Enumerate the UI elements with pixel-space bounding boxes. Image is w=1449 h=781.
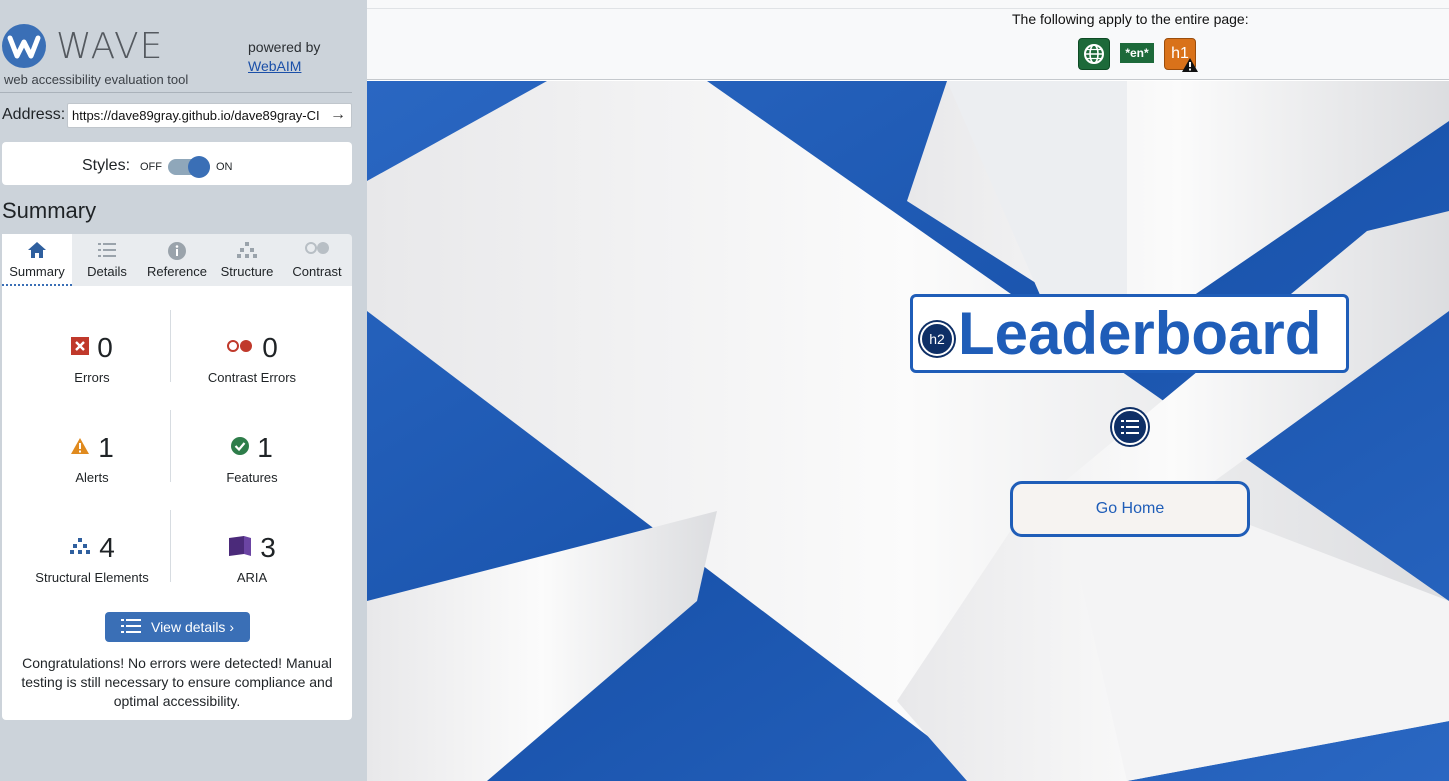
errors-label: Errors xyxy=(74,370,110,385)
features-count: 1 xyxy=(257,432,273,463)
warning-icon xyxy=(1182,58,1198,77)
list-icon xyxy=(72,234,142,264)
wave-sidebar: WAVE web accessibility evaluation tool p… xyxy=(0,0,367,781)
tab-structure[interactable]: Structure xyxy=(212,234,282,286)
apply-text: The following apply to the entire page: xyxy=(1012,11,1249,27)
tab-label: Summary xyxy=(9,264,65,279)
h2-badge[interactable]: h2 xyxy=(920,322,954,356)
feature-check-icon xyxy=(231,436,250,460)
flag-background-image xyxy=(367,81,1449,781)
summary-heading: Summary xyxy=(2,198,97,223)
list-structure-icon[interactable] xyxy=(1112,409,1148,445)
toggle-on-label: ON xyxy=(216,161,233,173)
webaim-link[interactable]: WebAIM xyxy=(248,57,320,76)
contrast-error-icon xyxy=(226,339,254,358)
powered-by: powered by WebAIM xyxy=(248,38,320,76)
styles-toggle-knob[interactable] xyxy=(188,156,210,178)
toggle-off-label: OFF xyxy=(140,161,162,173)
structural-count: 4 xyxy=(99,532,115,563)
go-home-button[interactable]: Go Home xyxy=(1010,481,1250,537)
styles-toggle-panel: Styles: OFF ON xyxy=(2,142,352,185)
alerts-label: Alerts xyxy=(75,470,109,485)
view-details-label: View details › xyxy=(150,619,234,635)
alerts-count: 1 xyxy=(98,432,114,463)
info-icon xyxy=(142,234,212,264)
structure-icon xyxy=(212,234,282,264)
tab-contrast[interactable]: Contrast xyxy=(282,234,352,286)
aria-icon xyxy=(228,535,252,562)
go-arrow-icon[interactable]: → xyxy=(328,105,348,125)
tab-bar: Summary Details Reference Structure Cont… xyxy=(2,234,352,286)
structural-stat[interactable]: 4 Structural Elements xyxy=(12,528,172,608)
language-badge[interactable]: *en* xyxy=(1120,43,1154,63)
address-label: Address: xyxy=(2,106,66,123)
structural-label: Structural Elements xyxy=(35,570,149,585)
styles-label: Styles: xyxy=(82,157,131,174)
errors-stat[interactable]: 0 Errors xyxy=(12,328,172,408)
tab-details[interactable]: Details xyxy=(72,234,142,286)
tab-summary[interactable]: Summary xyxy=(2,234,72,286)
structure-icon xyxy=(69,537,91,560)
tab-label: Contrast xyxy=(292,264,342,279)
address-bar: Address: https://dave89gray.github.io/da… xyxy=(0,102,367,128)
tab-label: Structure xyxy=(220,264,274,279)
tab-reference[interactable]: Reference xyxy=(142,234,212,286)
summary-panel: 0 Errors 0 Contrast Errors 1 Alerts 1 Fe… xyxy=(2,286,352,720)
contrast-errors-count: 0 xyxy=(262,332,278,363)
aria-label: ARIA xyxy=(236,570,268,585)
alert-icon xyxy=(70,437,90,460)
wave-header: WAVE web accessibility evaluation tool p… xyxy=(0,0,367,92)
powered-by-label: powered by xyxy=(248,39,321,55)
divider xyxy=(367,8,1449,9)
page-heading: Leaderboard xyxy=(958,300,1322,367)
errors-count: 0 xyxy=(97,332,113,363)
home-icon xyxy=(2,234,72,264)
view-details-button[interactable]: View details › xyxy=(105,612,250,642)
contrast-errors-label: Contrast Errors xyxy=(207,370,297,385)
features-stat[interactable]: 1 Features xyxy=(172,428,332,508)
globe-icon[interactable] xyxy=(1078,38,1110,70)
congrats-message: Congratulations! No errors were detected… xyxy=(21,655,333,709)
error-icon xyxy=(71,336,90,360)
wave-subtitle: web accessibility evaluation tool xyxy=(4,72,189,87)
address-input[interactable]: https://dave89gray.github.io/dave89gray-… xyxy=(67,103,352,128)
contrast-icon xyxy=(282,234,352,264)
divider xyxy=(0,92,352,93)
features-label: Features xyxy=(226,470,278,485)
list-icon xyxy=(120,618,141,637)
aria-count: 3 xyxy=(260,532,276,563)
alerts-stat[interactable]: 1 Alerts xyxy=(12,428,172,508)
page-info-bar: The following apply to the entire page: … xyxy=(367,0,1449,80)
wave-logo-text: WAVE xyxy=(56,26,164,67)
tab-label: Reference xyxy=(147,264,207,279)
contrast-errors-stat[interactable]: 0 Contrast Errors xyxy=(172,328,332,408)
tab-label: Details xyxy=(87,264,127,279)
wave-logo-icon xyxy=(2,24,46,68)
aria-stat[interactable]: 3 ARIA xyxy=(172,528,332,608)
